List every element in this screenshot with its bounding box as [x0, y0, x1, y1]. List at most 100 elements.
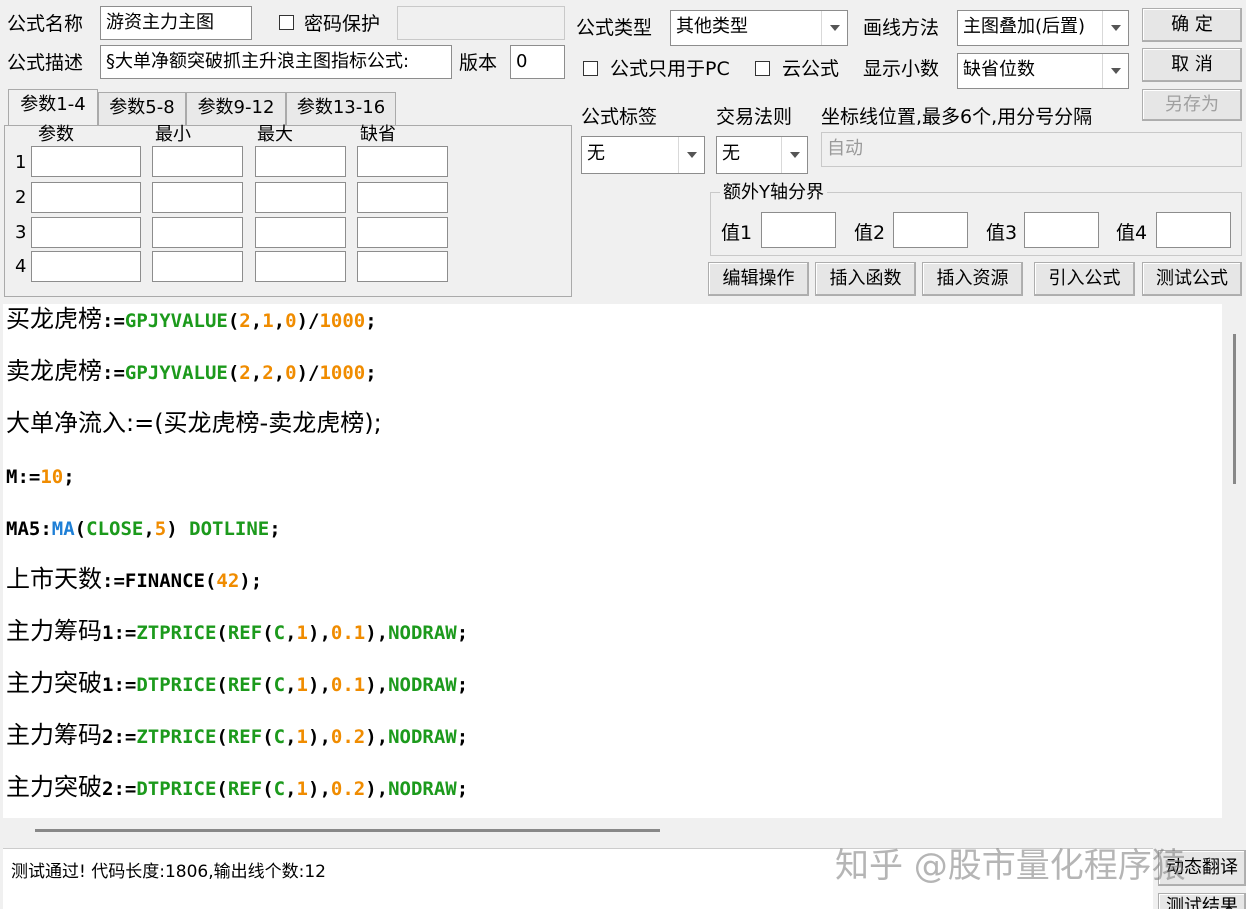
- tab-params-9-12[interactable]: 参数9-12: [186, 92, 286, 125]
- param-name-input[interactable]: [31, 217, 141, 248]
- type-select[interactable]: 其他类型: [670, 10, 848, 46]
- code-line: 上市天数:=FINANCE(42);: [6, 564, 262, 596]
- insert-resource-button[interactable]: 插入资源: [922, 262, 1023, 296]
- code-editor[interactable]: 买龙虎榜:=GPJYVALUE(2,1,0)/1000; 卖龙虎榜:=GPJYVA…: [3, 304, 1222, 818]
- password-checkbox[interactable]: [279, 15, 294, 30]
- code-token: 1:=: [102, 622, 137, 644]
- rule-label: 交易法则: [716, 106, 793, 128]
- desc-input[interactable]: §大单净额突破抓主升浪主图指标公式:: [100, 45, 452, 79]
- code-token: C: [273, 622, 286, 644]
- param-min-input[interactable]: [152, 182, 243, 213]
- code-token: ,: [285, 622, 297, 644]
- param-min-input[interactable]: [152, 217, 243, 248]
- rule-select-value: 无: [722, 143, 740, 164]
- param-header-max: 最大: [257, 124, 293, 145]
- coord-input[interactable]: 自动: [821, 132, 1242, 167]
- code-token: ),: [308, 726, 331, 748]
- code-token: 1: [296, 726, 308, 748]
- code-token: ;: [63, 466, 75, 488]
- cloud-checkbox[interactable]: [755, 61, 770, 76]
- password-input[interactable]: [397, 6, 565, 40]
- horizontal-scrollbar-thumb[interactable]: [35, 829, 660, 832]
- code-token: 2: [239, 362, 251, 384]
- decimals-select[interactable]: 缺省位数: [957, 53, 1129, 89]
- code-line: 主力筹码1:=ZTPRICE(REF(C,1),0.1),NODRAW;: [6, 616, 468, 648]
- desc-label: 公式描述: [7, 52, 84, 74]
- param-header-min: 最小: [155, 124, 191, 145]
- cloud-label: 云公式: [782, 58, 840, 80]
- code-token: 2:=: [102, 726, 137, 748]
- version-input[interactable]: 0: [510, 45, 565, 79]
- code-token: REF: [227, 726, 263, 748]
- code-line: 买龙虎榜:=GPJYVALUE(2,1,0)/1000;: [6, 304, 377, 336]
- name-label: 公式名称: [7, 13, 84, 35]
- param-default-input[interactable]: [357, 217, 448, 248]
- pc-only-checkbox[interactable]: [583, 61, 598, 76]
- yaxis-value-1-input[interactable]: [761, 212, 836, 248]
- tag-select-value: 无: [587, 143, 605, 164]
- pc-only-label: 公式只用于PC: [610, 58, 730, 80]
- code-token: DTPRICE: [136, 674, 217, 696]
- tag-select[interactable]: 无: [581, 136, 705, 174]
- param-max-input[interactable]: [255, 182, 346, 213]
- code-token: ,: [285, 726, 297, 748]
- code-token: ,: [273, 310, 286, 332]
- param-row-number: 4: [15, 256, 27, 277]
- code-token: M: [6, 466, 18, 488]
- code-token: DTPRICE: [136, 778, 217, 800]
- yaxis-group-title: 额外Y轴分界: [720, 181, 827, 205]
- draw-select[interactable]: 主图叠加(后置): [957, 10, 1129, 46]
- param-default-input[interactable]: [357, 251, 448, 282]
- import-formula-button[interactable]: 引入公式: [1034, 262, 1135, 296]
- param-name-input[interactable]: [31, 251, 141, 282]
- edit-operation-button[interactable]: 编辑操作: [708, 262, 809, 296]
- tab-params-13-16[interactable]: 参数13-16: [286, 92, 396, 125]
- code-token: 上市天数: [6, 565, 102, 593]
- param-default-input[interactable]: [357, 146, 448, 177]
- code-token: 0: [285, 362, 297, 384]
- code-token: ,: [250, 310, 263, 332]
- code-token: 5: [154, 518, 167, 540]
- code-token: 1000: [319, 362, 366, 384]
- yaxis-value-2-input[interactable]: [893, 212, 968, 248]
- tab-params-5-8[interactable]: 参数5-8: [98, 92, 186, 125]
- param-max-input[interactable]: [255, 217, 346, 248]
- decimals-label: 显示小数: [863, 58, 940, 80]
- code-token: GPJYVALUE: [124, 362, 228, 384]
- code-line: 主力筹码2:=ZTPRICE(REF(C,1),0.2),NODRAW;: [6, 720, 468, 752]
- param-max-input[interactable]: [255, 146, 346, 177]
- tab-params-1-4[interactable]: 参数1-4: [8, 89, 98, 126]
- draw-label: 画线方法: [863, 17, 940, 39]
- test-result-button[interactable]: 测试结果: [1158, 893, 1246, 909]
- code-token: ),: [308, 674, 331, 696]
- yaxis-value-3-input[interactable]: [1024, 212, 1099, 248]
- param-name-input[interactable]: [31, 182, 141, 213]
- code-line: M:=10;: [6, 460, 75, 492]
- rule-select[interactable]: 无: [716, 136, 808, 174]
- code-token: 0.1: [330, 674, 366, 696]
- vertical-scrollbar-thumb[interactable]: [1233, 334, 1236, 484]
- param-min-input[interactable]: [152, 146, 243, 177]
- code-token: REF: [227, 778, 263, 800]
- code-token: ZTPRICE: [136, 622, 217, 644]
- code-token: 1: [296, 778, 308, 800]
- save-as-button[interactable]: 另存为: [1142, 89, 1242, 121]
- cancel-button[interactable]: 取 消: [1142, 48, 1242, 82]
- param-max-input[interactable]: [255, 251, 346, 282]
- yaxis-value-4-input[interactable]: [1156, 212, 1231, 248]
- code-token: 0.2: [330, 726, 366, 748]
- ok-button[interactable]: 确 定: [1142, 8, 1242, 42]
- code-token: )/: [296, 362, 320, 384]
- test-formula-button[interactable]: 测试公式: [1142, 262, 1242, 296]
- code-token: 42: [216, 570, 240, 592]
- code-token: CLOSE: [86, 518, 144, 540]
- code-token: :=: [17, 466, 41, 488]
- watermark: 知乎 @股市量化程序猿: [835, 846, 1186, 886]
- param-name-input[interactable]: [31, 146, 141, 177]
- code-token: ;: [365, 362, 377, 384]
- vertical-scrollbar[interactable]: [1222, 304, 1246, 818]
- param-min-input[interactable]: [152, 251, 243, 282]
- name-input[interactable]: 游资主力主图: [100, 6, 252, 40]
- insert-function-button[interactable]: 插入函数: [815, 262, 916, 296]
- param-default-input[interactable]: [357, 182, 448, 213]
